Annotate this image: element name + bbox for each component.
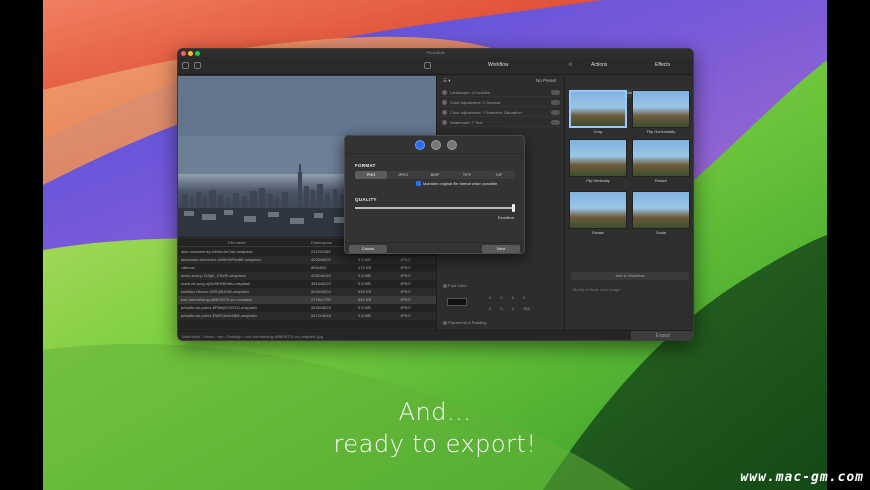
action-thumb-crop[interactable]: Crop (569, 90, 627, 138)
caption-line-2: ready to export! (333, 430, 537, 458)
table-row[interactable]: alexandre-mchenko-dh9b0HPdaB8-unsplash 40… (178, 256, 436, 264)
toggle-switch[interactable] (551, 110, 560, 115)
format-label: FORMAT (355, 163, 376, 168)
site-watermark: www.mac-gm.com (740, 470, 864, 485)
action-hint: Modify a Scale from image (573, 287, 621, 292)
workflow-item-icon (442, 110, 447, 115)
thumb-image (569, 191, 627, 229)
quality-value-text: Excellent (497, 215, 514, 220)
workflow-header: ☰ ▾ No Preset (437, 76, 564, 86)
workflow-menu-icon[interactable]: ☰ ▾ (443, 76, 451, 86)
table-row[interactable]: priscilla-du-preez-RWEQxbfdI8M-unsplash 5… (178, 312, 436, 320)
workflow-heading: Workflow (488, 62, 509, 68)
font-color-label: Font Color (443, 283, 467, 288)
settings-icon[interactable]: ⚙ (568, 62, 572, 68)
format-segmented-control: PNG JPEG BMP TIFF GIF (355, 171, 515, 179)
table-row[interactable]: catlover 800x600 175 KB JPEG (178, 264, 436, 272)
format-option-jpeg[interactable]: JPEG (387, 171, 419, 179)
action-thumb-rotate[interactable]: Rotate (569, 191, 627, 239)
position-values[interactable]: 0 0 0 255 (489, 306, 530, 311)
thumb-image (632, 191, 690, 229)
workflow-item-icon (442, 120, 447, 125)
caption-line-1: And... (398, 398, 472, 426)
workflow-item[interactable]: Landscape: 4 Doubles (440, 88, 562, 97)
thumb-image (632, 139, 690, 177)
maintain-format-checkbox[interactable]: Maintain original file format when possi… (416, 181, 497, 187)
format-option-gif[interactable]: GIF (483, 171, 515, 179)
table-row[interactable]: devin-avery-149gK_DSeRI-unsplash 4160x624… (178, 272, 436, 280)
quality-slider[interactable] (355, 204, 515, 212)
dialog-icon-bar (345, 136, 524, 154)
preset-select[interactable]: No Preset (536, 76, 556, 86)
collapse-icon[interactable] (443, 283, 447, 288)
export-button[interactable]: Export (631, 331, 693, 340)
quality-slider-knob[interactable] (512, 204, 515, 212)
workflow-item[interactable]: Color Adjustment: ≡ Gamma (440, 98, 562, 107)
quality-label: QUALITY (355, 197, 377, 202)
toggle-switch[interactable] (551, 90, 560, 95)
workflow-item-icon (442, 100, 447, 105)
sidebar-toggle-icon[interactable] (182, 62, 189, 69)
action-thumb-resize[interactable]: Resize (632, 139, 690, 187)
toggle-switch[interactable] (551, 100, 560, 105)
table-row[interactable]: priscilla-du-preez-6PlbbyDOOXU-unsplash 5… (178, 304, 436, 312)
add-to-workflow-button[interactable]: Add to Workflow (571, 272, 689, 280)
workflow-item[interactable]: Color Adjustment: ≡ Selective Saturation (440, 108, 562, 117)
checkbox-checked-icon (416, 181, 421, 187)
compare-icon[interactable] (424, 62, 431, 69)
trash-icon[interactable] (194, 62, 201, 69)
format-option-tiff[interactable]: TIFF (451, 171, 483, 179)
format-option-png[interactable]: PNG (355, 171, 387, 179)
action-thumb-flip-vertically[interactable]: Flip Vertically (569, 139, 627, 187)
toggle-switch[interactable] (551, 120, 560, 125)
placement-label[interactable]: Placement & Padding (443, 320, 487, 325)
toolbar: Workflow ⚙ Actions Effects (178, 57, 693, 75)
thumb-image (632, 90, 690, 128)
format-option-bmp[interactable]: BMP (419, 171, 451, 179)
cancel-button[interactable]: Cancel (349, 245, 387, 253)
tab-effects[interactable]: Effects (655, 62, 670, 68)
thumb-image (569, 90, 627, 128)
font-color-swatch[interactable] (447, 298, 467, 306)
actions-panel: Geometry Crop Flip Horizontally Flip Ver… (564, 76, 693, 330)
next-button[interactable]: Next (482, 245, 520, 253)
dialog-footer: Cancel Next (345, 242, 524, 254)
tab-actions[interactable]: Actions (591, 62, 607, 68)
workflow-item-icon (442, 90, 447, 95)
format-settings-icon[interactable] (415, 140, 425, 150)
workflow-item[interactable]: Watermark: ≡ Text (440, 118, 562, 127)
action-thumb-scale[interactable]: Scale (632, 191, 690, 239)
window-title: PhotoBulk (426, 50, 445, 55)
path-bar: Macintosh › Users › me › Desktop › nav-h… (178, 330, 693, 340)
path-text[interactable]: Macintosh › Users › me › Desktop › nav-h… (182, 334, 323, 339)
naming-settings-icon[interactable] (431, 140, 441, 150)
padding-values[interactable]: 0 0 0 0 (489, 295, 525, 300)
export-settings-dialog: FORMAT PNG JPEG BMP TIFF GIF Maintain or… (344, 135, 525, 254)
collapse-icon[interactable] (443, 320, 447, 325)
quality-slider-fill (355, 207, 515, 209)
table-row[interactable]: martilux-hlbvwx-IWXQB4Okl-unsplash 5496x3… (178, 288, 436, 296)
title-bar: PhotoBulk (178, 49, 693, 57)
table-row[interactable]: mark-de-jong-ojWc9EHRmbs-unsplash 3814x62… (178, 280, 436, 288)
destination-settings-icon[interactable] (447, 140, 457, 150)
table-row-selected[interactable]: nav-homethang-z8BK5G76-zo-unsplash 2778x1… (178, 296, 436, 304)
thumb-image (569, 139, 627, 177)
action-thumb-flip-horizontally[interactable]: Flip Horizontally (632, 90, 690, 138)
